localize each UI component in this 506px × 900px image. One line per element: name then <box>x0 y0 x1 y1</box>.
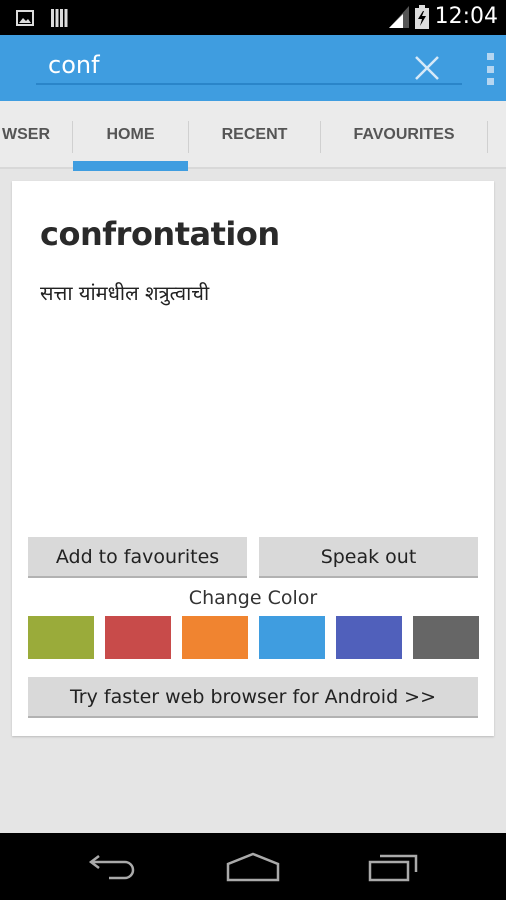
navigation-bar <box>0 833 506 900</box>
barcode-notification-icon <box>51 9 68 27</box>
image-notification-icon <box>16 10 34 26</box>
back-icon <box>88 855 135 880</box>
home-icon <box>226 852 280 882</box>
overflow-dot <box>486 78 494 85</box>
tab-label: RECENT <box>221 126 288 143</box>
color-swatch-indigo[interactable] <box>336 616 402 659</box>
tab-bar: WSER HOME RECENT FAVOURITES <box>0 101 506 171</box>
overflow-dot <box>486 65 494 73</box>
overflow-dot <box>486 53 494 60</box>
tab-recent[interactable]: RECENT <box>189 101 320 169</box>
battery-charging-icon <box>414 4 429 29</box>
color-swatch-blue[interactable] <box>259 616 325 659</box>
overflow-menu-button[interactable] <box>484 53 496 85</box>
change-color-label: Change Color <box>188 587 318 609</box>
word-card: confrontation सत्ता यांमधील शत्रुत्वाची … <box>12 181 494 736</box>
search-input[interactable] <box>36 47 462 85</box>
try-browser-button[interactable]: Try faster web browser for Android >> <box>28 677 478 718</box>
tab-home[interactable]: HOME <box>73 101 188 171</box>
add-to-favourites-button[interactable]: Add to favourites <box>28 537 247 578</box>
home-button[interactable] <box>223 847 283 887</box>
status-time: 12:04 <box>434 4 498 29</box>
color-swatch-gray[interactable] <box>413 616 479 659</box>
status-bar: 12:04 <box>0 0 506 35</box>
clear-search-button[interactable] <box>412 53 442 83</box>
tab-divider <box>487 121 488 153</box>
action-bar <box>0 35 506 101</box>
tab-browser[interactable]: WSER <box>0 101 72 169</box>
signal-icon <box>388 5 409 28</box>
tab-label: WSER <box>2 126 50 143</box>
color-swatch-green[interactable] <box>28 616 94 659</box>
speak-out-button[interactable]: Speak out <box>259 537 478 578</box>
recent-apps-button[interactable] <box>364 847 424 887</box>
tab-label: HOME <box>106 126 155 143</box>
tab-favourites[interactable]: FAVOURITES <box>321 101 487 169</box>
word-title: confrontation <box>40 215 280 253</box>
active-tab-indicator <box>73 161 188 171</box>
color-swatch-red[interactable] <box>105 616 171 659</box>
tab-label: FAVOURITES <box>353 126 455 143</box>
back-button[interactable] <box>82 847 142 887</box>
recent-apps-icon <box>368 854 418 882</box>
close-icon <box>415 56 439 80</box>
word-meaning: सत्ता यांमधील शत्रुत्वाची <box>40 281 210 305</box>
color-swatch-orange[interactable] <box>182 616 248 659</box>
